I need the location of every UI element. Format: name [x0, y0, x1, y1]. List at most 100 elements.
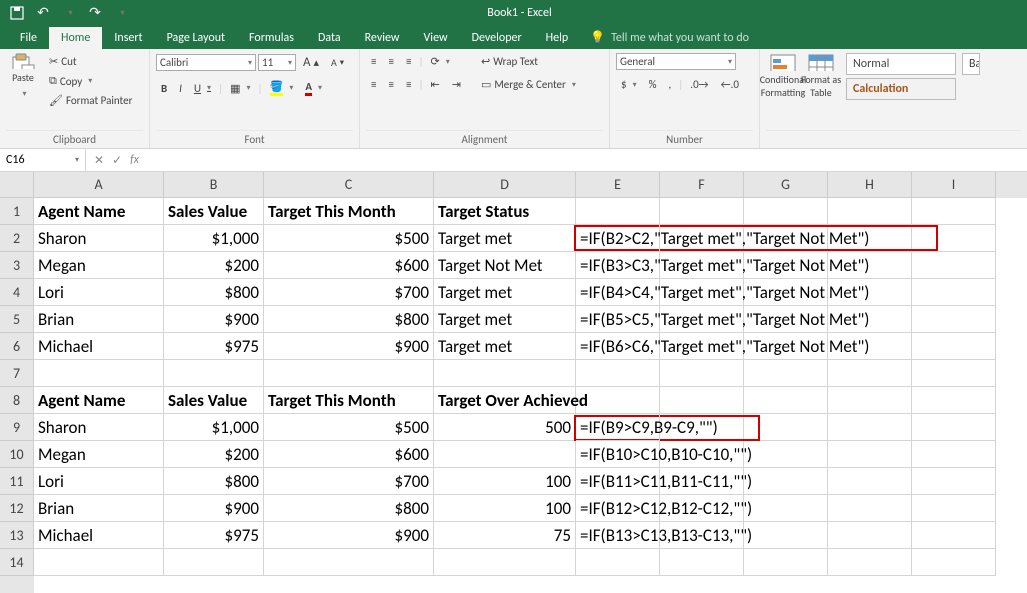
- cell-style-normal[interactable]: Normal: [846, 53, 956, 75]
- cell[interactable]: [576, 549, 660, 576]
- cell[interactable]: [828, 414, 912, 441]
- name-box[interactable]: C16 ▾: [0, 149, 86, 171]
- tab-page-layout[interactable]: Page Layout: [155, 27, 237, 49]
- cell[interactable]: [34, 360, 164, 387]
- row-header[interactable]: 5: [0, 306, 34, 333]
- cell[interactable]: =IF(B2>C2,"Target met","Target Not Met"): [576, 225, 660, 252]
- qat-customize-dropdown[interactable]: [110, 2, 132, 24]
- cell[interactable]: [744, 387, 828, 414]
- decrease-decimal-button[interactable]: ←.0: [716, 76, 744, 93]
- borders-button[interactable]: ▦: [225, 80, 255, 97]
- cell[interactable]: [660, 549, 744, 576]
- cell[interactable]: [164, 360, 264, 387]
- format-painter-button[interactable]: 🖌Format Painter: [44, 92, 137, 109]
- cut-button[interactable]: ✂Cut: [44, 53, 137, 70]
- cell[interactable]: Target Status: [434, 198, 576, 225]
- row-header[interactable]: 11: [0, 468, 34, 495]
- cell[interactable]: [34, 549, 164, 576]
- cell[interactable]: [264, 549, 434, 576]
- formula-bar-input[interactable]: [147, 149, 1027, 171]
- cell[interactable]: Target Not Met: [434, 252, 576, 279]
- cell[interactable]: Target Over Achieved: [434, 387, 576, 414]
- cell[interactable]: [434, 549, 576, 576]
- cell[interactable]: Agent Name: [34, 198, 164, 225]
- row-header[interactable]: 12: [0, 495, 34, 522]
- cell[interactable]: [434, 441, 576, 468]
- row-header[interactable]: 4: [0, 279, 34, 306]
- comma-format-button[interactable]: ,: [663, 76, 676, 93]
- cell[interactable]: [912, 441, 996, 468]
- row-header[interactable]: 14: [0, 549, 34, 576]
- row-header[interactable]: 2: [0, 225, 34, 252]
- cell[interactable]: Sales Value: [164, 387, 264, 414]
- cell[interactable]: [744, 549, 828, 576]
- decrease-indent-button[interactable]: ⇤: [426, 76, 445, 93]
- cell[interactable]: [912, 387, 996, 414]
- cell[interactable]: [828, 198, 912, 225]
- cell[interactable]: $800: [264, 495, 434, 522]
- cell[interactable]: Sales Value: [164, 198, 264, 225]
- accounting-format-button[interactable]: $: [616, 76, 642, 93]
- increase-indent-button[interactable]: ⇥: [447, 76, 466, 93]
- cell[interactable]: [912, 495, 996, 522]
- cell[interactable]: =IF(B11>C11,B11-C11,""): [576, 468, 660, 495]
- cell[interactable]: [828, 495, 912, 522]
- cell[interactable]: [828, 387, 912, 414]
- cell[interactable]: [576, 198, 660, 225]
- cell[interactable]: [744, 360, 828, 387]
- col-header[interactable]: I: [912, 172, 996, 198]
- cell[interactable]: [828, 441, 912, 468]
- cell[interactable]: [660, 360, 744, 387]
- merge-center-button[interactable]: ▭Merge & Center: [476, 76, 581, 93]
- cell[interactable]: $700: [264, 468, 434, 495]
- tab-insert[interactable]: Insert: [102, 27, 154, 49]
- cell[interactable]: [912, 414, 996, 441]
- cell[interactable]: 100: [434, 468, 576, 495]
- cell[interactable]: [264, 360, 434, 387]
- font-name-combo[interactable]: Calibri: [156, 54, 256, 71]
- cell[interactable]: $600: [264, 252, 434, 279]
- wrap-text-button[interactable]: ↩Wrap Text: [476, 53, 581, 70]
- underline-button[interactable]: U: [189, 80, 216, 97]
- cell[interactable]: $800: [264, 306, 434, 333]
- cell[interactable]: $975: [164, 333, 264, 360]
- cell[interactable]: [660, 198, 744, 225]
- align-bottom-button[interactable]: ≡: [401, 53, 416, 70]
- cell[interactable]: Target met: [434, 333, 576, 360]
- tab-file[interactable]: File: [8, 27, 49, 49]
- undo-dropdown[interactable]: [58, 2, 80, 24]
- cell[interactable]: $800: [164, 279, 264, 306]
- cell[interactable]: =IF(B5>C5,"Target met","Target Not Met"): [576, 306, 660, 333]
- cell[interactable]: Agent Name: [34, 387, 164, 414]
- cell[interactable]: [912, 522, 996, 549]
- align-right-button[interactable]: ≡: [401, 76, 416, 93]
- cell[interactable]: Target This Month: [264, 198, 434, 225]
- cell[interactable]: Target met: [434, 306, 576, 333]
- fx-icon[interactable]: fx: [130, 153, 139, 167]
- cell[interactable]: [744, 468, 828, 495]
- tab-data[interactable]: Data: [306, 27, 353, 49]
- cell[interactable]: [744, 495, 828, 522]
- enter-icon[interactable]: ✓: [112, 153, 122, 168]
- cell[interactable]: Target met: [434, 225, 576, 252]
- row-header[interactable]: 9: [0, 414, 34, 441]
- cell-style-calculation[interactable]: Calculation: [846, 78, 956, 100]
- cell[interactable]: $800: [164, 468, 264, 495]
- cell[interactable]: $500: [264, 225, 434, 252]
- format-as-table-button[interactable]: Format as Table: [804, 53, 838, 99]
- cell[interactable]: [434, 360, 576, 387]
- cell[interactable]: Megan: [34, 252, 164, 279]
- cell[interactable]: [828, 549, 912, 576]
- tab-home[interactable]: Home: [49, 27, 102, 49]
- paste-button[interactable]: Paste: [6, 53, 40, 99]
- col-header[interactable]: A: [34, 172, 164, 198]
- copy-button[interactable]: ⧉Copy: [44, 72, 137, 90]
- cell[interactable]: [660, 387, 744, 414]
- cell[interactable]: 75: [434, 522, 576, 549]
- cell[interactable]: $1,000: [164, 225, 264, 252]
- row-header[interactable]: 13: [0, 522, 34, 549]
- cell[interactable]: $600: [264, 441, 434, 468]
- align-left-button[interactable]: ≡: [366, 76, 381, 93]
- cell[interactable]: [912, 333, 996, 360]
- tab-formulas[interactable]: Formulas: [237, 27, 306, 49]
